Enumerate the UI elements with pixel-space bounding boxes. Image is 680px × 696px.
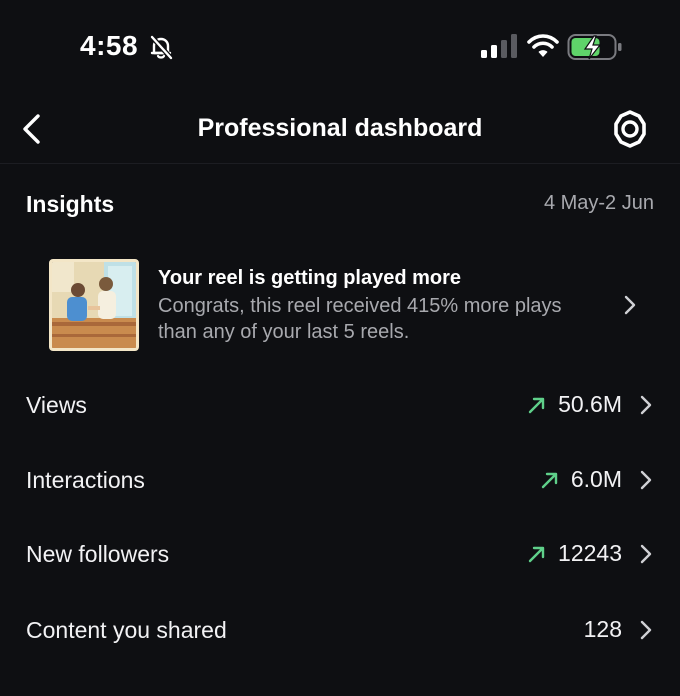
metric-row-views[interactable]: Views 50.6M bbox=[0, 375, 680, 435]
reel-thumbnail-illustration bbox=[52, 262, 136, 348]
metric-value-views: 50.6M bbox=[558, 391, 622, 417]
metric-row-interactions[interactable]: Interactions 6.0M bbox=[0, 450, 680, 510]
metric-label-new-followers: New followers bbox=[26, 541, 170, 567]
metric-value-content-shared: 128 bbox=[583, 616, 622, 642]
arrow-up-right-icon bbox=[541, 472, 558, 488]
metric-value-interactions: 6.0M bbox=[570, 466, 622, 492]
reel-insight-card[interactable]: Your reel is getting played more Congrat… bbox=[0, 245, 680, 363]
bell-slash-icon bbox=[149, 34, 174, 61]
chevron-right-icon bbox=[640, 470, 652, 489]
chevron-right-icon bbox=[640, 620, 652, 639]
reel-card-description: Congrats, this reel received 415% more p… bbox=[158, 295, 562, 343]
reel-thumbnail bbox=[49, 259, 139, 351]
metric-label-interactions: Interactions bbox=[26, 467, 145, 493]
metric-value-group: 128 bbox=[584, 616, 654, 643]
arrow-up-right-icon bbox=[528, 397, 545, 413]
metric-row-content-shared[interactable]: Content you shared 128 bbox=[0, 600, 680, 660]
gear-icon[interactable] bbox=[608, 107, 652, 151]
chevron-right-icon bbox=[640, 544, 652, 563]
metric-value-group: 6.0M bbox=[539, 466, 654, 493]
chevron-right-icon bbox=[624, 295, 636, 315]
insights-heading: Insights bbox=[26, 191, 115, 217]
screen: 4:58 Professional dashboard Insights 4 M… bbox=[0, 0, 680, 696]
status-bar: 4:58 bbox=[0, 0, 680, 95]
chevron-right-icon bbox=[640, 395, 652, 414]
metric-value-group: 50.6M bbox=[526, 391, 654, 418]
top-nav-header: Professional dashboard bbox=[0, 95, 680, 164]
arrow-up-right-icon bbox=[528, 546, 545, 562]
status-time: 4:58 bbox=[80, 30, 139, 61]
wifi-icon bbox=[527, 34, 559, 57]
signal-icon bbox=[481, 34, 517, 58]
metric-value-group: 12243 bbox=[526, 540, 654, 567]
metric-row-new-followers[interactable]: New followers 12243 bbox=[0, 524, 680, 584]
reel-card-title: Your reel is getting played more bbox=[158, 267, 462, 289]
date-range[interactable]: 4 May-2 Jun bbox=[544, 192, 654, 215]
metric-label-content-shared: Content you shared bbox=[26, 617, 227, 643]
page-title: Professional dashboard bbox=[197, 114, 483, 142]
metric-label-views: Views bbox=[26, 392, 87, 418]
battery-charging-icon bbox=[567, 34, 622, 60]
metric-value-new-followers: 12243 bbox=[558, 540, 622, 566]
